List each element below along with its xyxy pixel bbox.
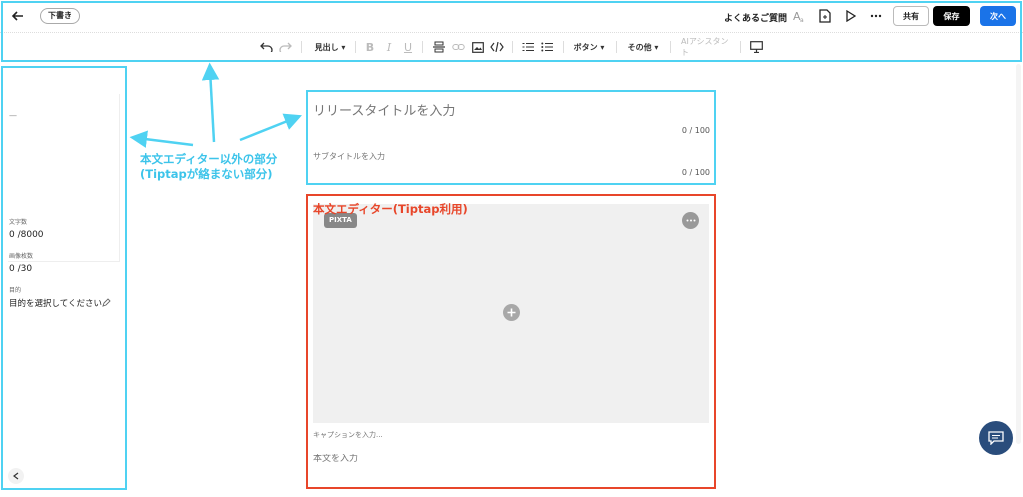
title-char-counter: 0 / 100 <box>681 126 710 135</box>
pencil-icon[interactable] <box>102 298 111 310</box>
divider-insert-icon[interactable] <box>432 39 446 55</box>
editor-toolbar: 見出し ▾ B I U ボタン ▾ その他 ▾ AIアシスタント <box>0 34 1023 60</box>
purpose-select[interactable]: 目的を選択してください <box>9 297 102 309</box>
button-insert-dropdown[interactable]: ボタン ▾ <box>573 39 605 55</box>
char-count-value: 0 /8000 <box>9 230 44 240</box>
body-text-input[interactable] <box>313 454 613 464</box>
toolbar-divider <box>616 41 617 53</box>
link-icon[interactable] <box>451 39 465 55</box>
image-more-options-icon[interactable] <box>682 212 699 229</box>
back-arrow-icon[interactable] <box>10 8 26 24</box>
numbered-list-icon[interactable] <box>521 39 535 55</box>
body-editor: PIXTA <box>306 194 716 489</box>
undo-icon[interactable] <box>259 39 273 55</box>
chat-bubble-icon <box>988 431 1004 445</box>
heading-dropdown[interactable]: 見出し ▾ <box>313 39 347 55</box>
toolbar-divider <box>355 41 356 53</box>
collapse-sidebar-button[interactable] <box>8 468 24 484</box>
bold-button[interactable]: B <box>364 39 376 55</box>
top-header: 下書き よくあるご質問 Aa 共有 保存 次へ <box>0 0 1023 33</box>
italic-button[interactable]: I <box>383 39 395 55</box>
draft-status-badge: 下書き <box>40 8 80 24</box>
redo-icon[interactable] <box>278 39 292 55</box>
font-settings-icon[interactable]: Aa <box>791 8 807 24</box>
ai-assistant-button[interactable]: AIアシスタント <box>681 37 729 57</box>
more-menu-icon[interactable] <box>868 8 884 24</box>
code-icon[interactable] <box>490 39 504 55</box>
image-count-value: 0 /30 <box>9 264 33 274</box>
bullet-list-icon[interactable] <box>540 39 554 55</box>
save-button[interactable]: 保存 <box>933 6 970 26</box>
purpose-label: 目的 <box>9 287 22 294</box>
page-scrollbar[interactable] <box>1016 64 1021 444</box>
other-dropdown[interactable]: その他 ▾ <box>627 39 659 55</box>
preview-play-icon[interactable] <box>843 8 859 24</box>
annotation-note-editor: 本文エディター(Tiptap利用) <box>313 202 468 216</box>
toolbar-divider <box>563 41 564 53</box>
toolbar-divider <box>512 41 513 53</box>
toolbar-divider <box>301 41 302 53</box>
annotation-note-line1: 本文エディター以外の部分 <box>140 152 278 166</box>
annotation-note-line2: (Tiptapが絡まない部分) <box>140 167 273 181</box>
document-icon[interactable] <box>817 8 833 24</box>
toolbar-divider <box>740 41 741 53</box>
toolbar-divider <box>670 41 671 53</box>
toolbar-divider <box>422 41 423 53</box>
svg-text:a: a <box>800 17 804 23</box>
next-button[interactable]: 次へ <box>980 6 1016 26</box>
underline-button[interactable]: U <box>402 39 414 55</box>
release-title-input[interactable] <box>313 104 693 119</box>
image-insert-icon[interactable] <box>471 39 485 55</box>
left-sidebar: — 文字数 0 /8000 画像枚数 0 /30 目的 目的を選択してください <box>0 64 128 490</box>
subtitle-char-counter: 0 / 100 <box>681 168 710 177</box>
image-placeholder-block[interactable]: PIXTA <box>313 204 709 423</box>
subtitle-input[interactable] <box>313 152 693 161</box>
chat-support-button[interactable] <box>979 421 1013 455</box>
title-section: 0 / 100 0 / 100 <box>306 90 716 185</box>
faq-link[interactable]: よくあるご質問 <box>724 11 787 24</box>
preview-placeholder: — <box>9 111 17 120</box>
add-image-plus-icon[interactable] <box>503 304 520 321</box>
share-button[interactable]: 共有 <box>893 6 929 26</box>
annotation-note-non-editor: 本文エディター以外の部分 (Tiptapが絡まない部分) <box>140 152 277 182</box>
image-count-label: 画像枚数 <box>9 253 34 260</box>
char-count-label: 文字数 <box>9 219 28 226</box>
caption-input[interactable] <box>313 431 613 439</box>
present-screen-icon[interactable] <box>749 39 763 55</box>
